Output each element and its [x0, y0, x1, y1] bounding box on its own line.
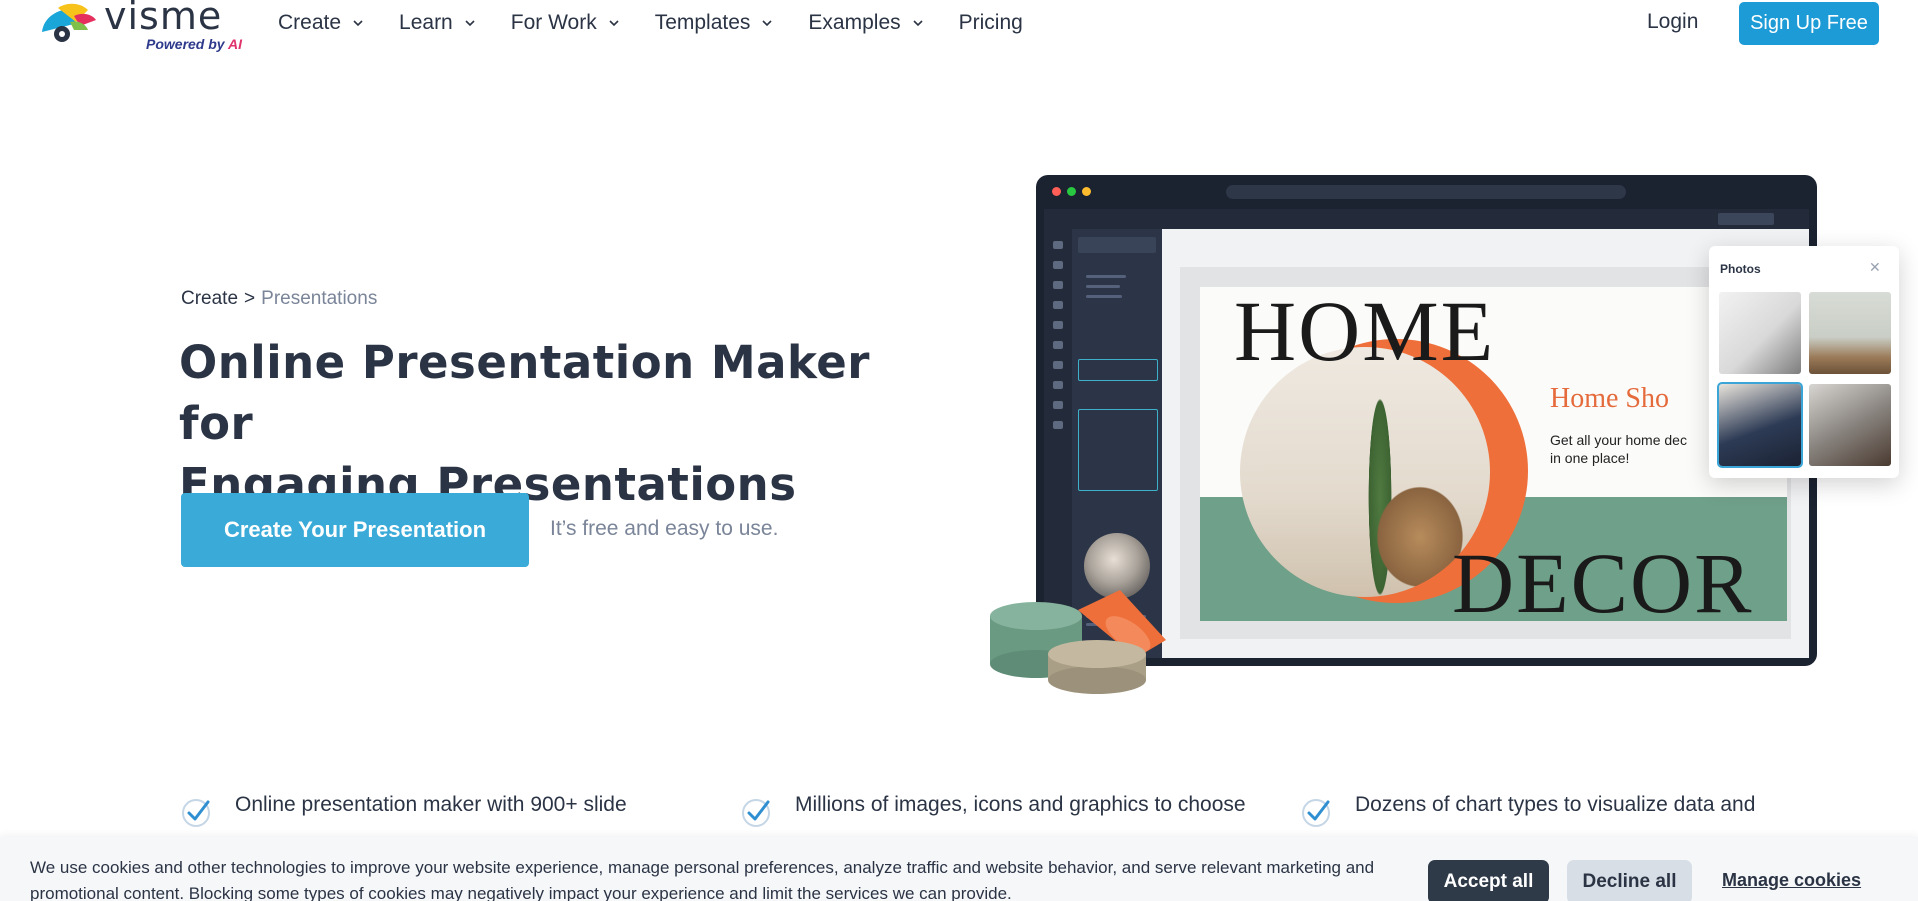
nav-item-label: Pricing — [958, 11, 1023, 34]
breadcrumb-current: Presentations — [261, 288, 378, 309]
login-link[interactable]: Login — [1647, 10, 1698, 34]
slide-home-decor: HOME DECOR Home Sho Get all your home de… — [1200, 287, 1787, 621]
cookie-message: We use cookies and other technologies to… — [30, 858, 1375, 901]
nav-item-label: Create — [278, 11, 342, 34]
nav-item-pricing[interactable]: Pricing — [959, 10, 1023, 36]
main-nav: Create Learn For Work Templates Examples… — [278, 10, 1057, 36]
page-title: Online Presentation Maker for Engaging P… — [179, 332, 939, 515]
slide-copy-line-2: in one place! — [1550, 450, 1630, 466]
feature-text: Dozens of chart types to visualize data … — [1355, 793, 1756, 816]
nav-item-label: Templates — [654, 11, 751, 34]
nav-item-examples[interactable]: Examples — [808, 10, 924, 36]
feature-text: Millions of images, icons and graphics t… — [795, 793, 1246, 816]
check-circle-icon — [1302, 799, 1330, 827]
slide-frame: HOME DECOR Home Sho Get all your home de… — [1180, 267, 1791, 639]
close-icon: ✕ — [1869, 259, 1881, 275]
panel-card — [1078, 409, 1158, 491]
sign-up-button[interactable]: Sign Up Free — [1739, 2, 1879, 45]
slide-brand: Home Sho — [1550, 383, 1669, 414]
chameleon-logo-icon — [42, 3, 96, 42]
photo-thumbnail — [1809, 384, 1891, 466]
chevron-down-icon — [351, 16, 365, 30]
breadcrumb-create-link[interactable]: Create — [181, 288, 238, 309]
visme-logo[interactable]: visme Powered by AI — [40, 0, 242, 54]
editor-share-button — [1718, 213, 1774, 225]
nav-item-label: Learn — [399, 11, 453, 34]
logo-tagline: Powered by AI — [146, 36, 242, 52]
breadcrumb: Create > Presentations — [181, 288, 377, 310]
editor-toolbar — [1044, 209, 1809, 229]
photos-panel-title: Photos — [1720, 262, 1761, 276]
chevron-down-icon — [911, 16, 925, 30]
photo-thumbnail — [1719, 292, 1801, 374]
nav-item-for-work[interactable]: For Work — [511, 10, 621, 36]
chevron-down-icon — [760, 16, 774, 30]
window-controls — [1052, 187, 1091, 196]
check-circle-icon — [742, 799, 770, 827]
window-maximize-dot — [1067, 187, 1076, 196]
slide-heading-home: HOME — [1234, 287, 1496, 379]
feature-text: Online presentation maker with 900+ slid… — [235, 793, 627, 816]
panel-card — [1078, 359, 1158, 381]
photos-panel: Photos ✕ — [1709, 246, 1899, 478]
nav-item-label: For Work — [510, 11, 597, 34]
feature-item: Millions of images, icons and graphics t… — [741, 788, 1295, 828]
nav-item-create[interactable]: Create — [278, 10, 365, 36]
decline-all-cookies-button[interactable]: Decline all — [1567, 860, 1692, 901]
site-header: visme Powered by AI Create Learn For Wor… — [0, 0, 1918, 54]
breadcrumb-separator: > — [244, 288, 256, 309]
page-title-line-1: Online Presentation Maker for — [179, 336, 870, 450]
decorative-cylinders — [990, 590, 1166, 694]
chevron-down-icon — [463, 16, 477, 30]
logo-wordmark: visme — [104, 0, 223, 38]
cookie-banner: We use cookies and other technologies to… — [0, 837, 1918, 901]
nav-item-templates[interactable]: Templates — [655, 10, 775, 36]
logo-tagline-ai: AI — [227, 36, 242, 52]
panel-header — [1078, 237, 1156, 253]
feature-item: Dozens of chart types to visualize data … — [1301, 788, 1855, 828]
feature-item: Online presentation maker with 900+ slid… — [181, 788, 735, 828]
nav-item-label: Examples — [808, 11, 901, 34]
slide-copy-line-1: Get all your home dec — [1550, 432, 1687, 448]
chevron-down-icon — [607, 16, 621, 30]
check-circle-icon — [182, 799, 210, 827]
manage-cookies-link[interactable]: Manage cookies — [1722, 870, 1861, 891]
browser-url-bar — [1226, 185, 1626, 199]
window-minimize-dot — [1082, 187, 1091, 196]
cta-note: It’s free and easy to use. — [550, 517, 779, 540]
slide-heading-decor: DECOR — [1452, 535, 1754, 621]
accept-all-cookies-button[interactable]: Accept all — [1428, 860, 1549, 901]
logo-tagline-prefix: Powered by — [146, 36, 228, 52]
slide-copy: Get all your home dec in one place! — [1550, 431, 1687, 467]
photo-thumbnail-selected — [1717, 382, 1803, 468]
nav-item-learn[interactable]: Learn — [399, 10, 477, 36]
create-presentation-button[interactable]: Create Your Presentation — [181, 493, 529, 567]
window-close-dot — [1052, 187, 1061, 196]
photo-thumbnail — [1809, 292, 1891, 374]
